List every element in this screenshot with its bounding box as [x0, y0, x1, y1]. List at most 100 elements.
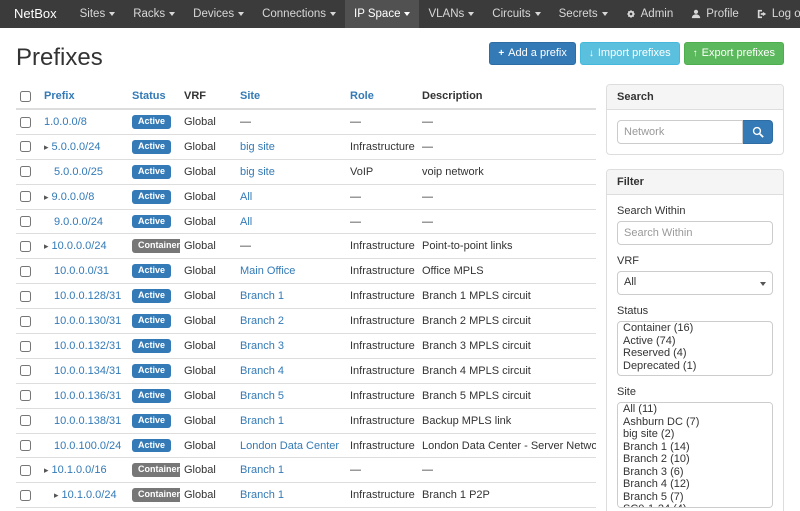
nav-item-racks[interactable]: Racks	[124, 0, 184, 28]
column-header-prefix[interactable]: Prefix	[40, 84, 128, 109]
site-link[interactable]: Branch 1	[240, 489, 284, 501]
nav-item-log-out[interactable]: Log out	[748, 0, 800, 28]
status-badge[interactable]: Active	[132, 140, 171, 154]
site-link[interactable]: Branch 3	[240, 340, 284, 352]
status-badge[interactable]: Container	[132, 463, 180, 477]
prefix-link[interactable]: 9.0.0.0/24	[54, 216, 103, 228]
nav-item-sites[interactable]: Sites	[71, 0, 125, 28]
row-checkbox[interactable]	[20, 390, 31, 401]
site-link[interactable]: Branch 1	[240, 415, 284, 427]
row-checkbox[interactable]	[20, 117, 31, 128]
column-header-status[interactable]: Status	[128, 84, 180, 109]
nav-item-circuits[interactable]: Circuits	[483, 0, 549, 28]
row-checkbox[interactable]	[20, 415, 31, 426]
nav-item-secrets[interactable]: Secrets	[550, 0, 617, 28]
prefix-link[interactable]: 5.0.0.0/25	[54, 166, 103, 178]
listbox-option[interactable]: Branch 5 (7)	[618, 491, 772, 504]
listbox-option[interactable]: All (11)	[618, 403, 772, 416]
column-header-site[interactable]: Site	[236, 84, 346, 109]
status-badge[interactable]: Active	[132, 289, 171, 303]
row-checkbox[interactable]	[20, 266, 31, 277]
export-prefixes-button[interactable]: ↑ Export prefixes	[684, 42, 784, 65]
prefix-link[interactable]: 10.0.0.134/31	[54, 365, 121, 377]
status-badge[interactable]: Active	[132, 389, 171, 403]
status-badge[interactable]: Active	[132, 414, 171, 428]
status-listbox[interactable]: Container (16)Active (74)Reserved (4)Dep…	[617, 321, 773, 376]
nav-item-ip-space[interactable]: IP Space	[345, 0, 419, 28]
listbox-option[interactable]: Active (74)	[618, 335, 772, 348]
listbox-option[interactable]: Container (16)	[618, 322, 772, 335]
prefix-link[interactable]: 5.0.0.0/24	[52, 141, 101, 153]
listbox-option[interactable]: big site (2)	[618, 428, 772, 441]
site-link[interactable]: Main Office	[240, 265, 295, 277]
row-checkbox[interactable]	[20, 141, 31, 152]
status-badge[interactable]: Container	[132, 488, 180, 502]
row-checkbox[interactable]	[20, 365, 31, 376]
prefix-link[interactable]: 1.0.0.0/8	[44, 116, 87, 128]
row-checkbox[interactable]	[20, 241, 31, 252]
site-listbox[interactable]: All (11)Ashburn DC (7)big site (2)Branch…	[617, 402, 773, 508]
status-badge[interactable]: Active	[132, 165, 171, 179]
site-link[interactable]: Branch 2	[240, 315, 284, 327]
add-prefix-button[interactable]: + Add a prefix	[489, 42, 576, 65]
brand[interactable]: NetBox	[0, 0, 71, 28]
listbox-option[interactable]: Branch 3 (6)	[618, 466, 772, 479]
status-badge[interactable]: Active	[132, 115, 171, 129]
import-prefixes-button[interactable]: ↓ Import prefixes	[580, 42, 680, 65]
row-checkbox[interactable]	[20, 341, 31, 352]
prefix-link[interactable]: 10.0.100.0/24	[54, 440, 121, 452]
row-checkbox[interactable]	[20, 191, 31, 202]
site-link[interactable]: Branch 5	[240, 390, 284, 402]
row-checkbox[interactable]	[20, 216, 31, 227]
status-badge[interactable]: Container	[132, 239, 180, 253]
site-link[interactable]: big site	[240, 166, 275, 178]
listbox-option[interactable]: Ashburn DC (7)	[618, 416, 772, 429]
prefix-link[interactable]: 9.0.0.0/8	[52, 191, 95, 203]
nav-item-profile[interactable]: Profile	[682, 0, 748, 28]
site-link[interactable]: Branch 1	[240, 290, 284, 302]
prefix-link[interactable]: 10.1.0.0/24	[62, 489, 117, 501]
row-checkbox[interactable]	[20, 291, 31, 302]
site-link[interactable]: Branch 1	[240, 464, 284, 476]
nav-item-admin[interactable]: Admin	[617, 0, 683, 28]
row-checkbox[interactable]	[20, 465, 31, 476]
status-badge[interactable]: Active	[132, 339, 171, 353]
site-link[interactable]: big site	[240, 141, 275, 153]
search-input[interactable]	[617, 120, 743, 144]
prefix-link[interactable]: 10.0.0.136/31	[54, 390, 121, 402]
prefix-link[interactable]: 10.0.0.138/31	[54, 415, 121, 427]
listbox-option[interactable]: SC0-1-24 (4)	[618, 503, 772, 508]
row-checkbox[interactable]	[20, 166, 31, 177]
site-link[interactable]: London Data Center	[240, 440, 339, 452]
vrf-select[interactable]: All	[617, 271, 773, 295]
site-link[interactable]: Branch 4	[240, 365, 284, 377]
nav-item-vlans[interactable]: VLANs	[419, 0, 483, 28]
listbox-option[interactable]: Deprecated (1)	[618, 360, 772, 373]
search-button[interactable]	[743, 120, 773, 144]
status-badge[interactable]: Active	[132, 215, 171, 229]
row-checkbox[interactable]	[20, 440, 31, 451]
column-header-role[interactable]: Role	[346, 84, 418, 109]
status-badge[interactable]: Active	[132, 314, 171, 328]
nav-item-connections[interactable]: Connections	[253, 0, 345, 28]
status-badge[interactable]: Active	[132, 190, 171, 204]
nav-item-devices[interactable]: Devices	[184, 0, 253, 28]
site-link[interactable]: All	[240, 191, 252, 203]
status-badge[interactable]: Active	[132, 264, 171, 278]
row-checkbox[interactable]	[20, 490, 31, 501]
prefix-link[interactable]: 10.0.0.128/31	[54, 290, 121, 302]
listbox-option[interactable]: Branch 1 (14)	[618, 441, 772, 454]
listbox-option[interactable]: Branch 4 (12)	[618, 478, 772, 491]
prefix-link[interactable]: 10.0.0.132/31	[54, 340, 121, 352]
select-all-checkbox[interactable]	[20, 91, 31, 102]
listbox-option[interactable]: Reserved (4)	[618, 347, 772, 360]
site-link[interactable]: All	[240, 216, 252, 228]
prefix-link[interactable]: 10.0.0.130/31	[54, 315, 121, 327]
row-checkbox[interactable]	[20, 316, 31, 327]
status-badge[interactable]: Active	[132, 364, 171, 378]
listbox-option[interactable]: Branch 2 (10)	[618, 453, 772, 466]
prefix-link[interactable]: 10.0.0.0/31	[54, 265, 109, 277]
prefix-link[interactable]: 10.1.0.0/16	[52, 464, 107, 476]
status-badge[interactable]: Active	[132, 439, 171, 453]
prefix-link[interactable]: 10.0.0.0/24	[52, 240, 107, 252]
